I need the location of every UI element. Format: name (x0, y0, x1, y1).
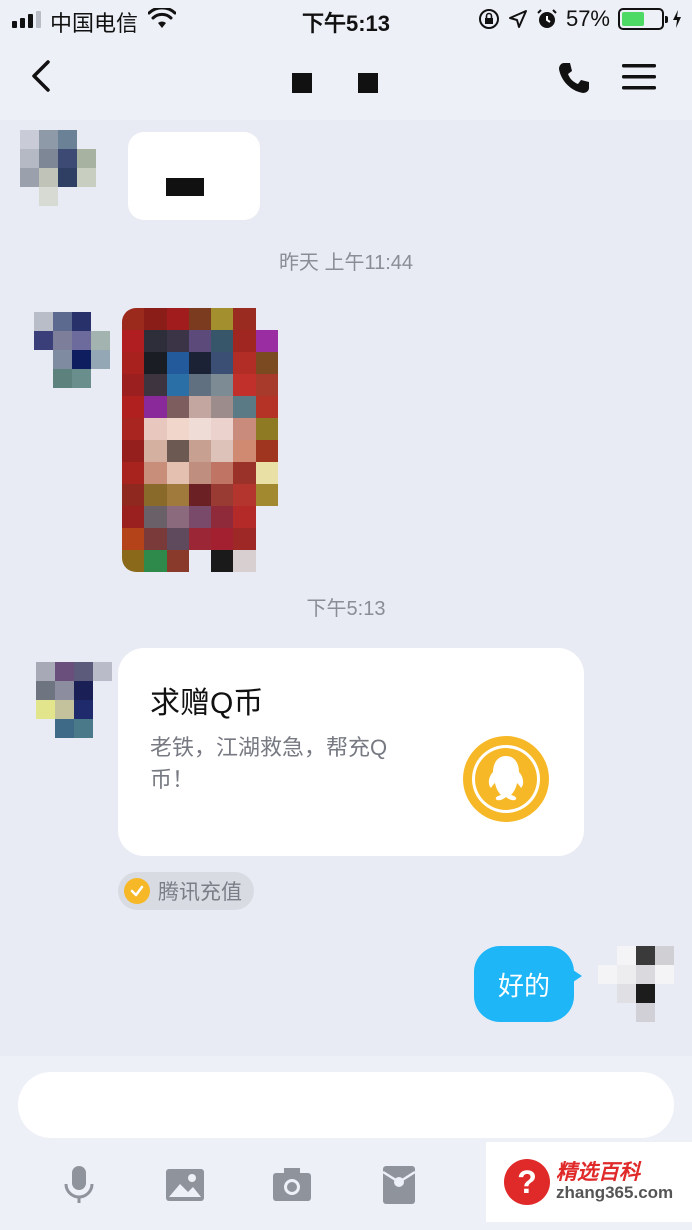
message-input[interactable] (18, 1072, 674, 1138)
watermark-title: 精选百科 (556, 1161, 640, 1185)
recharge-request-card[interactable]: 求赠Q币 老铁，江湖救急，帮充Q币！ (118, 648, 584, 856)
source-label-tencent-recharge[interactable]: 腾讯充值 (118, 872, 254, 910)
message-timestamp: 下午5:13 (306, 598, 386, 620)
location-arrow-icon (508, 10, 527, 28)
question-mark-icon: ? (504, 1159, 550, 1205)
avatar[interactable] (36, 662, 112, 738)
back-arrow-icon[interactable] (26, 56, 62, 96)
message-list[interactable]: 昨天 上午11:44 下午5:13 求赠Q币 老铁，江湖救急，帮充Q币！ 腾讯充… (0, 120, 692, 1056)
camera-icon[interactable] (271, 1164, 313, 1206)
image-message[interactable] (122, 308, 278, 572)
message-timestamp: 昨天 上午11:44 (278, 252, 414, 274)
alarm-icon (537, 9, 557, 28)
card-title: 求赠Q币 (150, 687, 264, 720)
chat-header (0, 40, 692, 120)
charging-bolt-icon (673, 10, 681, 28)
phone-call-icon[interactable] (556, 60, 592, 96)
contact-name-redacted (292, 73, 378, 93)
source-label-text: 腾讯充值 (158, 881, 242, 904)
battery-percent: 57% (565, 6, 610, 31)
red-packet-icon[interactable] (378, 1164, 420, 1206)
site-watermark-logo: ? 精选百科 zhang365.com (486, 1142, 692, 1222)
message-bubble-redacted[interactable] (128, 132, 260, 220)
qq-penguin-icon (463, 736, 549, 822)
watermark-url: zhang365.com (556, 1183, 674, 1203)
card-description: 老铁，江湖救急，帮充Q币！ (150, 735, 388, 792)
outgoing-message-text: 好的 (497, 970, 550, 1001)
my-avatar[interactable] (598, 946, 674, 1022)
outgoing-message-bubble[interactable]: 好的 (474, 946, 582, 1022)
avatar[interactable] (34, 312, 110, 388)
orientation-lock-icon (478, 9, 499, 29)
image-icon[interactable] (164, 1164, 206, 1206)
verified-check-icon (124, 878, 150, 904)
avatar[interactable] (20, 130, 96, 206)
battery-icon (618, 8, 668, 30)
menu-icon[interactable] (622, 62, 656, 92)
microphone-icon[interactable] (58, 1164, 100, 1206)
status-bar: 中国电信 下午5:13 57% (0, 0, 692, 40)
